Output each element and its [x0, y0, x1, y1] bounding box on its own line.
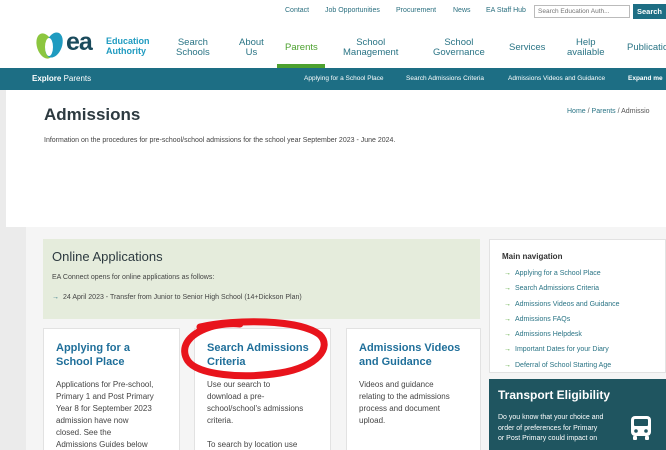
intro-text: Information on the procedures for pre-sc… [44, 137, 396, 144]
arrow-right-icon: → [504, 331, 511, 339]
sidebar-heading: Main navigation [502, 252, 563, 261]
card-videos-guidance[interactable]: Admissions Videos and Guidance Videos and… [346, 328, 481, 450]
transport-heading: Transport Eligibility [498, 388, 611, 402]
sidebar-item[interactable]: → Applying for a School Place [504, 270, 620, 285]
staff-hub-link[interactable]: EA Staff Hub [486, 7, 526, 14]
arrow-right-icon: → [504, 300, 511, 308]
logo-authority-text: Education Authority [106, 36, 150, 56]
nav-services[interactable]: Services [509, 43, 545, 53]
sidebar-item[interactable]: → Admissions Helpdesk [504, 331, 620, 346]
news-link[interactable]: News [453, 7, 471, 14]
breadcrumb-current: Admissio [621, 108, 650, 115]
section-subnav: Explore Parents Applying for a School Pl… [0, 68, 666, 90]
transport-eligibility-box[interactable]: Transport Eligibility Do you know that y… [489, 379, 666, 450]
arrow-right-icon: → [504, 315, 511, 323]
search-input[interactable] [534, 5, 630, 18]
search-button[interactable]: Search [633, 4, 666, 19]
nav-school-management[interactable]: School Management [343, 38, 398, 58]
arrow-right-icon: → [504, 361, 511, 369]
card-title[interactable]: Applying for a School Place [56, 341, 130, 369]
arrow-right-icon: → [52, 294, 59, 301]
logo-ea-text: ea [66, 28, 93, 56]
card-body: Use our search to download a pre-school/s… [207, 380, 304, 449]
leaf-logo-icon [36, 32, 63, 59]
breadcrumb-home[interactable]: Home [567, 108, 586, 115]
card-title[interactable]: Admissions Videos and Guidance [359, 341, 460, 369]
nav-parents[interactable]: Parents [285, 43, 318, 53]
utility-bar: Contact Job Opportunities Procurement Ne… [0, 0, 666, 22]
card-title[interactable]: Search Admissions Criteria [207, 341, 309, 369]
sidebar-main-navigation: Main navigation → Applying for a School P… [489, 239, 666, 373]
nav-publications[interactable]: Publicatio [627, 43, 666, 53]
main-header: ea Education Authority Search Schools Abou… [0, 22, 666, 68]
page-intro-panel: Admissions Home / Parents / Admissio Inf… [6, 90, 666, 227]
nav-about-us[interactable]: About Us [239, 38, 264, 58]
bus-icon [631, 416, 651, 440]
nav-search-schools[interactable]: Search Schools [176, 38, 210, 58]
page: Contact Job Opportunities Procurement Ne… [0, 0, 666, 450]
sidebar-item[interactable]: → Search Admissions Criteria [504, 285, 620, 300]
sidebar-list: → Applying for a School Place → Search Adm… [504, 270, 620, 377]
arrow-right-icon: → [504, 270, 511, 277]
card-body: Videos and guidance relating to the admis… [359, 380, 450, 425]
arrow-right-icon: → [504, 346, 511, 354]
job-opportunities-link[interactable]: Job Opportunities [325, 7, 380, 14]
subnav-expand-menu[interactable]: Expand me [628, 75, 663, 82]
card-applying[interactable]: Applying for a School Place Applications … [43, 328, 180, 450]
sidebar-item[interactable]: → Deferral of School Starting Age [504, 362, 620, 377]
online-applications-item[interactable]: → 24 April 2023 - Transfer from Junior to… [52, 294, 302, 301]
nav-school-governance[interactable]: School Governance [433, 38, 485, 58]
nav-help-available[interactable]: Help available [567, 38, 605, 58]
sidebar-item[interactable]: → Important Dates for your Diary [504, 346, 620, 361]
sidebar-item[interactable]: → Admissions Videos and Guidance [504, 301, 620, 316]
subnav-videos-guidance[interactable]: Admissions Videos and Guidance [508, 75, 605, 82]
contact-link[interactable]: Contact [285, 7, 309, 14]
page-title: Admissions [44, 105, 141, 124]
arrow-right-icon: → [504, 285, 511, 293]
online-applications-box: Online Applications EA Connect opens for… [43, 239, 480, 319]
card-body: Applications for Pre-school, Primary 1 an… [56, 380, 154, 449]
subnav-applying[interactable]: Applying for a School Place [304, 75, 384, 82]
card-search-criteria[interactable]: Search Admissions Criteria Use our search… [194, 328, 331, 450]
procurement-link[interactable]: Procurement [396, 7, 436, 14]
breadcrumb-parents[interactable]: Parents [592, 108, 616, 115]
subnav-search-criteria[interactable]: Search Admissions Criteria [406, 75, 484, 82]
online-applications-text: EA Connect opens for online applications… [52, 274, 215, 281]
sidebar-item[interactable]: → Admissions FAQs [504, 316, 620, 331]
transport-text: Do you know that your choice and order of… [498, 414, 604, 442]
explore-parents-label: Explore Parents [32, 74, 92, 83]
ea-logo[interactable]: ea Education Authority [34, 28, 154, 62]
breadcrumb: Home / Parents / Admissio [567, 108, 650, 115]
online-applications-heading: Online Applications [52, 249, 163, 264]
